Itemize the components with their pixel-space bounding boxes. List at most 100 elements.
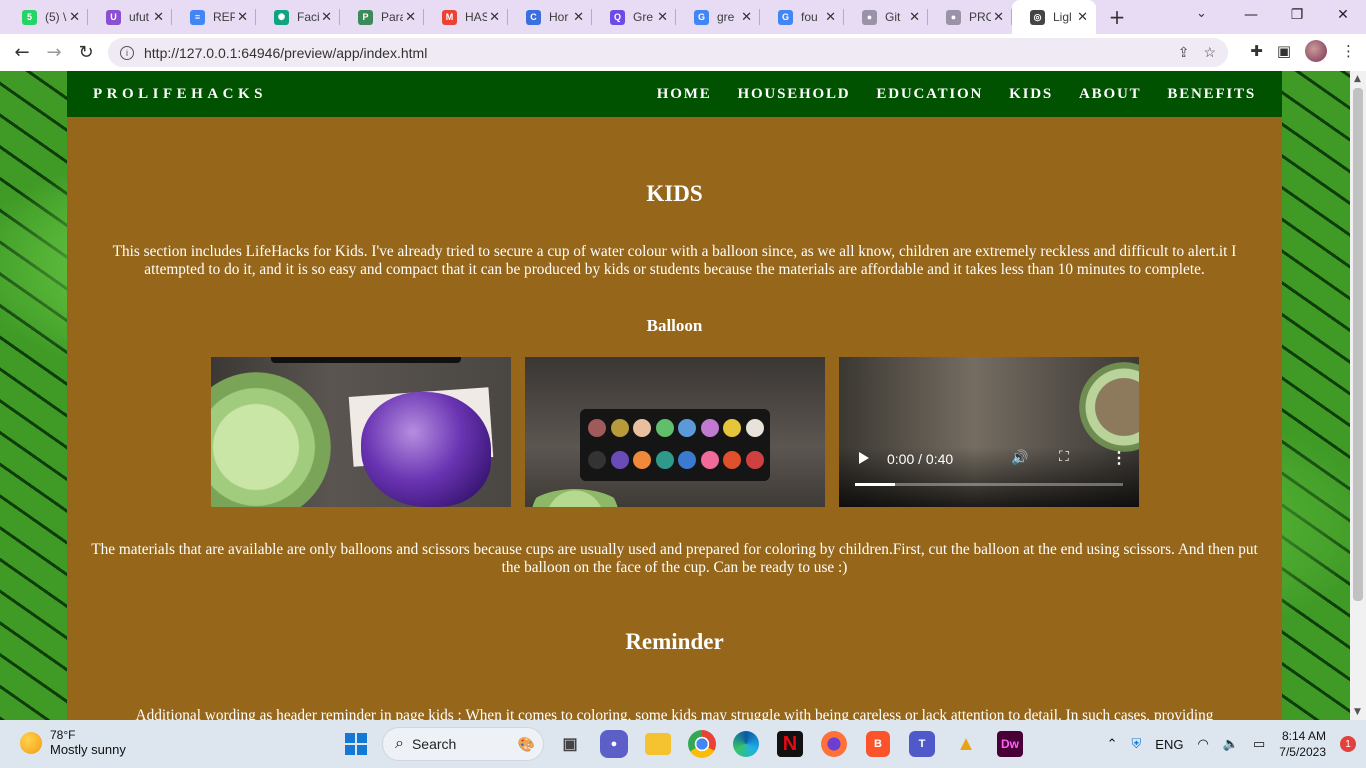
language-indicator[interactable]: ENG bbox=[1155, 737, 1183, 752]
watercolor-palette-photo bbox=[525, 357, 825, 507]
nav-link-benefits[interactable]: BENEFITS bbox=[1167, 86, 1256, 103]
tab-close-icon[interactable]: ✕ bbox=[1077, 9, 1088, 25]
file-explorer-icon[interactable] bbox=[645, 733, 671, 755]
paint-well bbox=[633, 451, 651, 469]
tab-close-icon[interactable]: ✕ bbox=[153, 9, 164, 25]
tab-close-icon[interactable]: ✕ bbox=[825, 9, 836, 25]
browser-tab[interactable]: Ggre ✕ bbox=[676, 0, 760, 34]
video-progress-bar[interactable] bbox=[855, 483, 1123, 486]
browser-tab[interactable]: ✺ Faci ✕ bbox=[256, 0, 340, 34]
battery-icon[interactable]: ▭ bbox=[1253, 736, 1265, 752]
browser-tab[interactable]: ● PRC ✕ bbox=[928, 0, 1012, 34]
tab-close-icon[interactable]: ✕ bbox=[573, 9, 584, 25]
site-info-icon[interactable]: i bbox=[120, 45, 134, 60]
browser-tab[interactable]: Uufut ✕ bbox=[88, 0, 172, 34]
edge-icon[interactable] bbox=[733, 731, 759, 757]
tab-title: fou bbox=[801, 10, 818, 24]
brave-icon[interactable]: B bbox=[866, 731, 890, 757]
tab-close-icon[interactable]: ✕ bbox=[489, 9, 500, 25]
tab-close-icon[interactable]: ✕ bbox=[657, 9, 668, 25]
back-icon[interactable]: ← bbox=[6, 37, 38, 69]
address-bar[interactable]: i http://127.0.0.1:64946/preview/app/ind… bbox=[108, 38, 1228, 67]
speaker-icon[interactable]: 🔈 bbox=[1223, 736, 1239, 752]
tab-favicon-icon: 5 bbox=[22, 9, 37, 25]
site-container: PROLIFEHACKS HOME HOUSEHOLD EDUCATION KIDS A… bbox=[67, 71, 1282, 720]
task-view-icon[interactable]: ▣ bbox=[552, 726, 588, 762]
netflix-icon[interactable]: N bbox=[777, 731, 803, 757]
tab-title: ufut bbox=[129, 10, 150, 24]
weather-temp: 78°F bbox=[50, 728, 76, 742]
teams-icon[interactable]: T bbox=[909, 731, 935, 757]
new-tab-icon[interactable]: + bbox=[1102, 0, 1132, 34]
tab-close-icon[interactable]: ✕ bbox=[741, 9, 752, 25]
browser-tab[interactable]: M HAS ✕ bbox=[424, 0, 508, 34]
video-time: 0:00 / 0:40 bbox=[887, 451, 954, 467]
clock[interactable]: 8:14 AM 7/5/2023 bbox=[1279, 728, 1326, 760]
paint-well bbox=[678, 451, 696, 469]
tab-favicon-icon: C bbox=[526, 9, 541, 25]
tab-favicon-icon: ≡ bbox=[190, 9, 205, 25]
tab-close-icon[interactable]: ✕ bbox=[993, 9, 1004, 25]
nav-link-kids[interactable]: KIDS bbox=[1009, 86, 1053, 103]
shield-icon[interactable]: ⛨ bbox=[1132, 736, 1142, 752]
minimize-icon[interactable]: — bbox=[1228, 0, 1274, 30]
tab-close-icon[interactable]: ✕ bbox=[909, 9, 920, 25]
browser-tab[interactable]: Q Gre ✕ bbox=[592, 0, 676, 34]
fullscreen-icon[interactable]: ⛶ bbox=[1059, 449, 1069, 465]
share-icon[interactable]: ⇪ bbox=[1178, 44, 1190, 61]
reminder-heading: Reminder bbox=[625, 629, 724, 654]
taskbar-search[interactable]: ⌕ Search 🎨 bbox=[382, 727, 544, 761]
play-icon[interactable] bbox=[859, 452, 869, 464]
tutorial-video[interactable]: 0:00 / 0:40 🔊 ⛶ ⋮ bbox=[839, 357, 1139, 507]
notification-badge[interactable]: 1 bbox=[1340, 736, 1356, 752]
scroll-thumb[interactable] bbox=[1353, 88, 1363, 601]
start-button[interactable] bbox=[338, 726, 374, 762]
forward-icon[interactable]: → bbox=[38, 37, 70, 69]
warning-app-icon[interactable]: ▲ bbox=[948, 726, 984, 762]
tab-close-icon[interactable]: ✕ bbox=[321, 9, 332, 25]
menu-icon[interactable]: ⋮ bbox=[1341, 42, 1356, 60]
wifi-icon[interactable]: ◠ bbox=[1197, 736, 1208, 752]
extensions-icon[interactable]: ✚ bbox=[1250, 42, 1263, 60]
tab-title: REP bbox=[213, 10, 235, 24]
tab-close-icon[interactable]: ✕ bbox=[237, 9, 248, 25]
nav-link-home[interactable]: HOME bbox=[657, 86, 712, 103]
page-scrollbar[interactable]: ▲ ▼ bbox=[1350, 71, 1366, 720]
paint-well bbox=[655, 419, 674, 437]
tab-close-icon[interactable]: ✕ bbox=[69, 9, 80, 25]
tab-close-icon[interactable]: ✕ bbox=[405, 9, 416, 25]
volume-icon[interactable]: 🔊 bbox=[1011, 450, 1028, 466]
close-window-icon[interactable]: ✕ bbox=[1320, 0, 1366, 30]
brand-logo[interactable]: PROLIFEHACKS bbox=[93, 86, 267, 103]
nav-link-education[interactable]: EDUCATION bbox=[876, 86, 983, 103]
dreamweaver-icon[interactable]: Dw bbox=[997, 731, 1023, 757]
scroll-down-icon[interactable]: ▼ bbox=[1354, 707, 1361, 717]
chrome-icon[interactable] bbox=[688, 730, 716, 758]
search-icon: ⌕ bbox=[395, 735, 404, 752]
browser-tab[interactable]: C Hor ✕ bbox=[508, 0, 592, 34]
tab-title: gre bbox=[717, 10, 735, 24]
firefox-icon[interactable] bbox=[821, 731, 847, 757]
side-panel-icon[interactable]: ▣ bbox=[1277, 42, 1291, 60]
browser-tab[interactable]: ● Git ✕ bbox=[844, 0, 928, 34]
profile-avatar[interactable] bbox=[1305, 40, 1327, 62]
bookmark-star-icon[interactable]: ☆ bbox=[1203, 44, 1216, 61]
chat-icon[interactable]: ● bbox=[600, 730, 628, 758]
nav-link-about[interactable]: ABOUT bbox=[1079, 86, 1141, 103]
video-more-icon[interactable]: ⋮ bbox=[1111, 448, 1127, 467]
scroll-up-icon[interactable]: ▲ bbox=[1354, 74, 1361, 84]
browser-tab[interactable]: ◎ Ligl ✕ bbox=[1012, 0, 1096, 34]
chevron-up-icon[interactable]: ⌃ bbox=[1107, 736, 1118, 752]
paint-well bbox=[678, 419, 696, 437]
browser-tab[interactable]: P Para✕ bbox=[340, 0, 424, 34]
weather-widget[interactable]: 78°F Mostly sunny bbox=[20, 728, 126, 757]
restore-icon[interactable]: ❐ bbox=[1274, 0, 1320, 30]
sun-icon bbox=[20, 731, 42, 754]
browser-tab[interactable]: 5 (5) \ ✕ bbox=[4, 0, 88, 34]
tab-favicon-icon: ● bbox=[946, 9, 961, 25]
browser-tab[interactable]: ≡ REP ✕ bbox=[172, 0, 256, 34]
tab-search-icon[interactable]: ⌄ bbox=[1196, 6, 1207, 21]
browser-tab[interactable]: Gfou ✕ bbox=[760, 0, 844, 34]
nav-link-household[interactable]: HOUSEHOLD bbox=[738, 86, 851, 103]
reload-icon[interactable]: ↻ bbox=[70, 37, 102, 69]
